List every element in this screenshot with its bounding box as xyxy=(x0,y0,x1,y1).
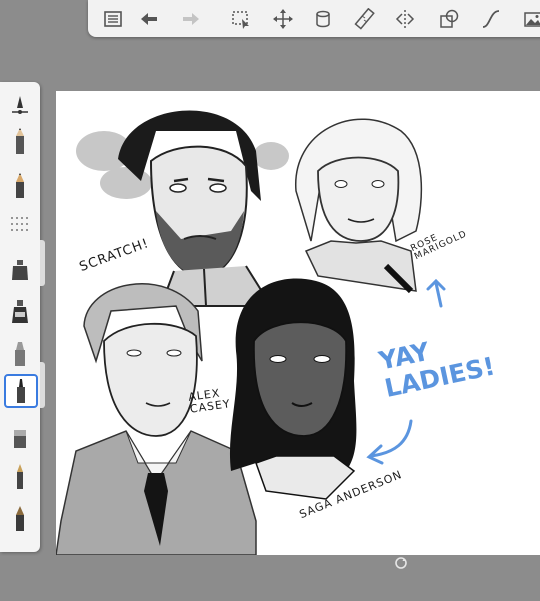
saga-portrait xyxy=(229,278,357,500)
alex-portrait xyxy=(56,283,257,555)
hard-pencil-icon[interactable] xyxy=(4,168,36,202)
brush-palette xyxy=(0,82,40,552)
ink-bottle-icon[interactable] xyxy=(4,252,36,286)
marker-icon[interactable] xyxy=(4,336,36,370)
pencil-icon[interactable] xyxy=(4,124,36,158)
transform-icon[interactable] xyxy=(269,5,297,33)
rose-portrait xyxy=(295,118,423,294)
eraser-icon[interactable] xyxy=(4,420,36,454)
palette-handle[interactable] xyxy=(40,240,45,286)
scratch-portrait xyxy=(118,110,273,307)
symmetry-icon[interactable] xyxy=(391,5,419,33)
fill-bottle-icon[interactable] xyxy=(4,294,36,328)
brush-pen-icon[interactable] xyxy=(4,374,38,408)
rotate-canvas-icon[interactable] xyxy=(394,556,408,570)
top-toolbar xyxy=(88,0,540,37)
ruler-icon[interactable] xyxy=(351,5,379,33)
list-icon[interactable] xyxy=(99,5,127,33)
texture-icon[interactable] xyxy=(4,208,36,242)
redo-icon[interactable] xyxy=(177,5,205,33)
curve-icon[interactable] xyxy=(477,5,505,33)
nib-pen-icon[interactable] xyxy=(4,502,36,536)
undo-icon[interactable] xyxy=(135,5,163,33)
image-icon[interactable] xyxy=(520,5,540,33)
fountain-pen-icon[interactable] xyxy=(4,460,36,494)
artwork xyxy=(56,110,446,555)
drawing-canvas[interactable]: SCRATCH! ROSE MARIGOLD ALEX CASEY SAGA A… xyxy=(56,91,540,555)
palette-handle[interactable] xyxy=(40,362,45,408)
shape-icon[interactable] xyxy=(435,5,463,33)
brush-settings-icon[interactable] xyxy=(4,88,36,122)
selection-icon[interactable] xyxy=(227,5,255,33)
layer-icon[interactable] xyxy=(309,5,337,33)
